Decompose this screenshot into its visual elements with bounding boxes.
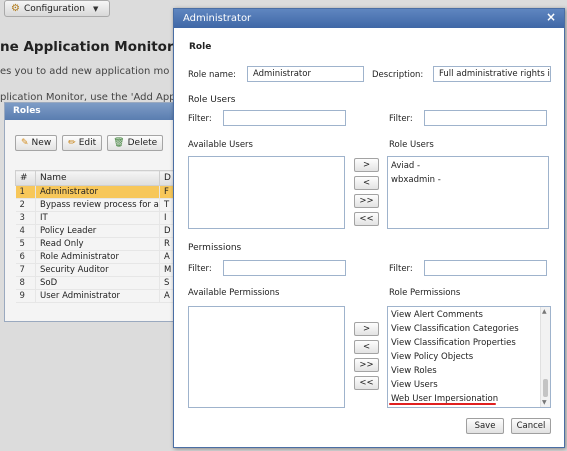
new-icon: ✎ <box>21 138 29 148</box>
available-users-filter-input[interactable] <box>223 110 346 126</box>
configuration-menu-button[interactable]: ⚙ Configuration ▼ <box>4 0 110 17</box>
new-role-button[interactable]: ✎ New <box>15 135 58 151</box>
row-number: 8 <box>15 276 36 290</box>
role-users-section-heading: Role Users <box>188 95 236 105</box>
role-name-cell: Security Auditor <box>35 263 160 277</box>
role-permissions-list[interactable]: View Alert Comments View Classification … <box>387 306 551 408</box>
add-permission-button[interactable]: > <box>354 322 379 336</box>
add-user-button[interactable]: > <box>354 158 379 172</box>
row-number: 2 <box>15 198 36 212</box>
chevron-down-icon: ▼ <box>93 4 99 13</box>
role-name-cell: Role Administrator <box>35 250 160 264</box>
available-permissions-list[interactable] <box>188 306 345 408</box>
remove-user-button[interactable]: < <box>354 176 379 190</box>
available-users-list[interactable] <box>188 156 345 229</box>
gear-icon: ⚙ <box>11 3 20 14</box>
role-name-cell: Policy Leader <box>35 224 160 238</box>
list-item[interactable]: View Roles <box>388 364 550 378</box>
role-section-heading: Role <box>189 42 212 52</box>
list-item[interactable]: Aviad - <box>388 159 548 173</box>
column-header-name[interactable]: Name <box>35 170 160 186</box>
available-permissions-label: Available Permissions <box>188 288 280 298</box>
close-icon[interactable]: × <box>546 10 556 24</box>
permissions-filter-label: Filter: <box>188 264 212 274</box>
add-all-permissions-button[interactable]: >> <box>354 358 379 372</box>
delete-role-button[interactable]: 🗑 Delete <box>107 135 164 151</box>
scroll-thumb[interactable] <box>543 379 548 397</box>
role-permissions-filter-label: Filter: <box>389 264 413 274</box>
scroll-down-icon[interactable]: ▼ <box>542 399 547 406</box>
remove-all-users-button[interactable]: << <box>354 212 379 226</box>
red-underline-annotation <box>389 403 496 405</box>
role-name-cell: SoD <box>35 276 160 290</box>
new-role-label: New <box>31 138 52 148</box>
role-name-cell: User Administrator <box>35 289 160 303</box>
users-filter-label: Filter: <box>188 114 212 124</box>
role-name-label: Role name: <box>188 70 236 80</box>
role-users-filter-label: Filter: <box>389 114 413 124</box>
row-number: 6 <box>15 250 36 264</box>
role-permissions-filter-input[interactable] <box>424 260 547 276</box>
list-item[interactable]: View Classification Properties <box>388 336 550 350</box>
role-name-cell: Bypass review process for a <box>35 198 160 212</box>
row-number: 3 <box>15 211 36 225</box>
cancel-button[interactable]: Cancel <box>511 418 551 434</box>
available-permissions-filter-input[interactable] <box>223 260 346 276</box>
row-number: 1 <box>15 185 36 199</box>
row-number: 5 <box>15 237 36 251</box>
remove-all-permissions-button[interactable]: << <box>354 376 379 390</box>
role-users-filter-input[interactable] <box>424 110 547 126</box>
list-item[interactable]: View Users <box>388 378 550 392</box>
role-users-list[interactable]: Aviad - wbxadmin - <box>387 156 549 229</box>
description-label: Description: <box>372 70 424 80</box>
list-item[interactable]: View Classification Categories <box>388 322 550 336</box>
save-button[interactable]: Save <box>466 418 504 434</box>
row-number: 9 <box>15 289 36 303</box>
administrator-dialog: Administrator × Role Role name: Administ… <box>173 8 565 448</box>
role-name-input[interactable]: Administrator <box>247 66 364 82</box>
edit-role-label: Edit <box>78 138 97 148</box>
scroll-up-icon[interactable]: ▲ <box>542 308 547 315</box>
permissions-section-heading: Permissions <box>188 243 242 253</box>
description-input[interactable]: Full administrative rights i <box>433 66 551 82</box>
row-number: 4 <box>15 224 36 238</box>
list-item[interactable]: View Alert Comments <box>388 308 550 322</box>
row-number: 7 <box>15 263 36 277</box>
edit-icon: ✏ <box>68 138 76 148</box>
page-description-line: es you to add new application mo <box>0 66 170 77</box>
role-name-cell: IT <box>35 211 160 225</box>
configuration-label: Configuration <box>23 3 86 14</box>
permissions-scrollbar[interactable]: ▲ ▼ <box>540 307 550 407</box>
dialog-title: Administrator <box>174 9 564 28</box>
edit-role-button[interactable]: ✏ Edit <box>62 135 103 151</box>
list-item[interactable]: View Policy Objects <box>388 350 550 364</box>
role-name-cell: Read Only <box>35 237 160 251</box>
trash-icon: 🗑 <box>113 138 125 148</box>
remove-permission-button[interactable]: < <box>354 340 379 354</box>
roles-toolbar: ✎ New ✏ Edit 🗑 Delete <box>15 135 164 151</box>
role-permissions-label: Role Permissions <box>389 288 461 298</box>
role-name-cell: Administrator <box>35 185 160 199</box>
role-users-label: Role Users <box>389 140 434 150</box>
column-header-number[interactable]: # <box>15 170 36 186</box>
list-item[interactable]: wbxadmin - <box>388 173 548 187</box>
add-all-users-button[interactable]: >> <box>354 194 379 208</box>
available-users-label: Available Users <box>188 140 253 150</box>
delete-role-label: Delete <box>127 138 158 148</box>
